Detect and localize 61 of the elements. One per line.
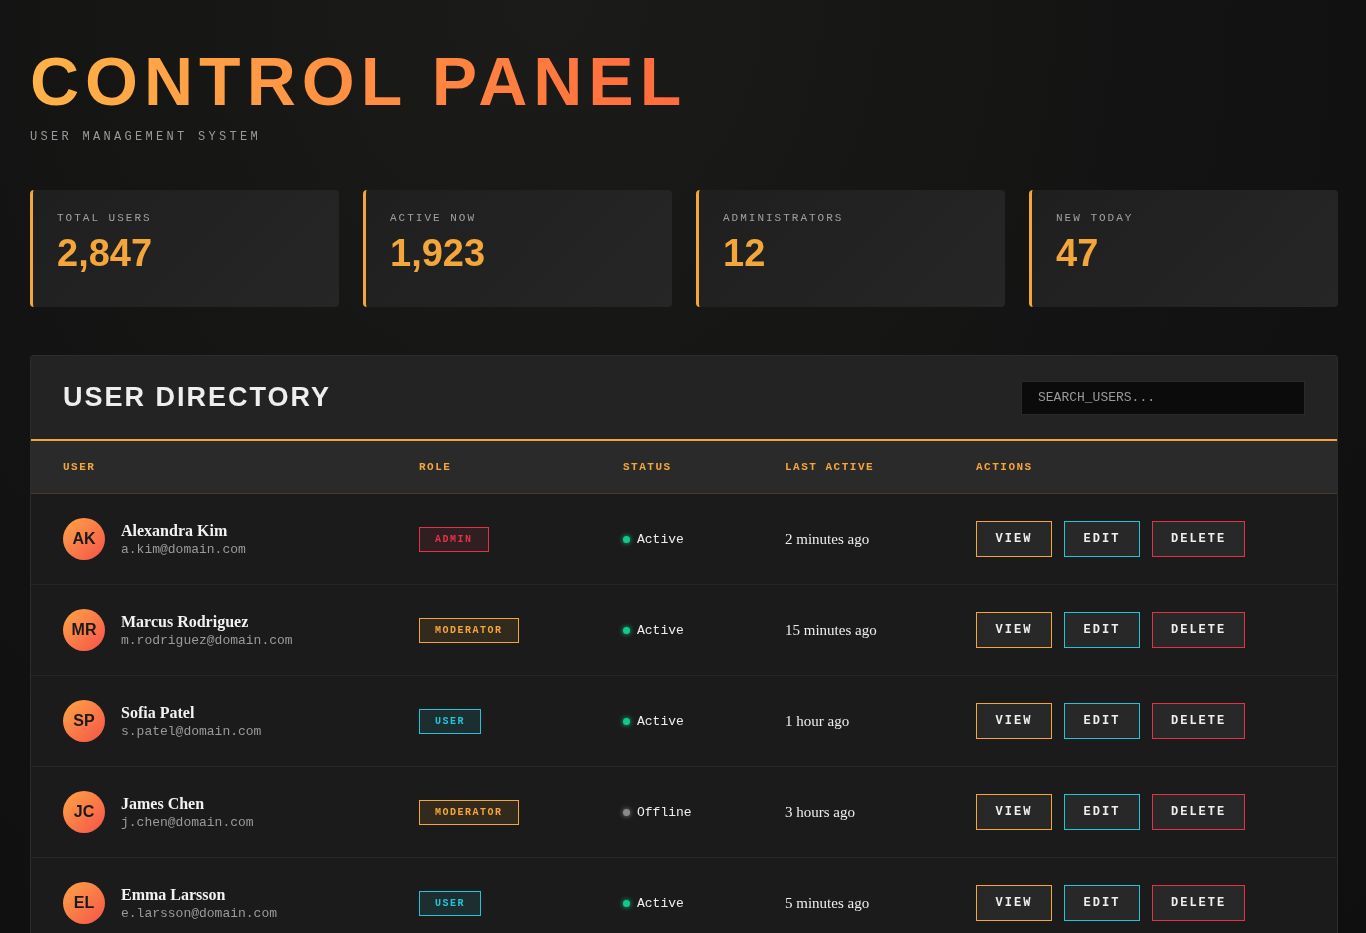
last-active: 3 hours ago — [785, 803, 856, 821]
action-button[interactable]: EDIT — [1064, 703, 1140, 739]
column-header: USER — [63, 461, 97, 473]
column-header: STATUS — [623, 461, 673, 473]
avatar: EL — [63, 882, 105, 924]
last-active: 1 hour ago — [785, 712, 851, 730]
last-active: 15 minutes ago — [785, 621, 878, 639]
user-email: s.patel@domain.com — [121, 723, 262, 739]
last-active: 5 minutes ago — [785, 894, 871, 912]
action-button[interactable]: VIEW — [976, 703, 1052, 739]
stat-label: NEW TODAY — [1056, 212, 1135, 224]
stat-value: 47 — [1056, 232, 1100, 275]
action-button[interactable]: EDIT — [1064, 612, 1140, 648]
stat-value: 2,847 — [57, 232, 154, 275]
user-email: a.kim@domain.com — [121, 541, 246, 557]
user-name: Alexandra Kim — [121, 521, 229, 540]
user-name: Sofia Patel — [121, 703, 196, 722]
action-button[interactable]: DELETE — [1152, 794, 1246, 830]
status-text: Offline — [637, 804, 692, 820]
action-button[interactable]: VIEW — [976, 794, 1052, 830]
action-button[interactable]: EDIT — [1064, 885, 1140, 921]
action-button[interactable]: DELETE — [1152, 521, 1246, 557]
stat-label: ADMINISTRATORS — [723, 212, 845, 224]
stat-value: 12 — [723, 232, 767, 275]
action-button[interactable]: DELETE — [1152, 885, 1246, 921]
action-button[interactable]: VIEW — [976, 612, 1052, 648]
user-name: Emma Larsson — [121, 885, 227, 904]
column-header: LAST ACTIVE — [785, 461, 876, 473]
role-tag: MODERATOR — [419, 617, 519, 643]
user-name: James Chen — [121, 794, 206, 813]
status-text: Active — [637, 895, 684, 911]
user-email: m.rodriguez@domain.com — [121, 632, 293, 648]
avatar: SP — [63, 700, 105, 742]
action-button[interactable]: VIEW — [976, 521, 1052, 557]
action-button[interactable]: VIEW — [976, 885, 1052, 921]
role-tag: USER — [419, 708, 481, 734]
role-tag: ADMIN — [419, 526, 489, 552]
column-header: ACTIONS — [976, 461, 1034, 473]
panel-title: USER DIRECTORY — [63, 382, 332, 413]
user-email: j.chen@domain.com — [121, 814, 254, 830]
action-button[interactable]: DELETE — [1152, 612, 1246, 648]
role-tag: MODERATOR — [419, 799, 519, 825]
stat-value: 1,923 — [390, 232, 487, 275]
action-button[interactable]: DELETE — [1152, 703, 1246, 739]
page-subtitle: USER MANAGEMENT SYSTEM — [30, 130, 263, 144]
status-text: Active — [637, 622, 684, 638]
user-email: e.larsson@domain.com — [121, 905, 278, 921]
stat-label: ACTIVE NOW — [390, 212, 477, 224]
stat-label: TOTAL USERS — [57, 212, 153, 224]
avatar: MR — [63, 609, 105, 651]
role-tag: USER — [419, 890, 481, 916]
last-active: 2 minutes ago — [785, 530, 871, 548]
action-button[interactable]: EDIT — [1064, 521, 1140, 557]
action-button[interactable]: EDIT — [1064, 794, 1140, 830]
column-header: ROLE — [419, 461, 453, 473]
avatar: JC — [63, 791, 105, 833]
status-text: Active — [637, 531, 684, 547]
search-field[interactable]: SEARCH_USERS... — [1021, 380, 1305, 415]
status-text: Active — [637, 713, 684, 729]
avatar: AK — [63, 518, 105, 560]
user-name: Marcus Rodriguez — [121, 612, 250, 631]
